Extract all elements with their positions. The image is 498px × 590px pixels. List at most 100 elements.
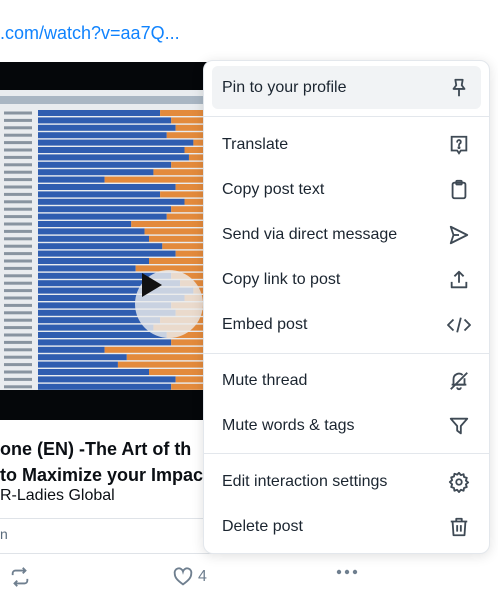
video-row-label xyxy=(4,370,32,374)
video-row-label xyxy=(4,118,32,122)
gear-icon xyxy=(447,470,471,494)
menu-item-label: Mute words & tags xyxy=(222,416,355,434)
like-button[interactable]: 4 xyxy=(172,566,207,588)
video-row-label xyxy=(4,311,32,315)
video-bar-blue xyxy=(38,124,176,131)
video-row-label xyxy=(4,133,32,137)
video-bar-blue xyxy=(38,250,176,257)
menu-item-label: Copy post text xyxy=(222,180,325,198)
video-bar-blue xyxy=(38,132,167,139)
video-bar-blue xyxy=(38,332,167,338)
menu-divider xyxy=(204,116,489,117)
video-bar-blue xyxy=(38,339,172,346)
video-bar-blue xyxy=(38,110,161,116)
video-row-label xyxy=(4,281,32,285)
repost-button[interactable] xyxy=(9,566,31,588)
video-bar-blue xyxy=(38,228,145,235)
video-bar-blue xyxy=(38,243,163,250)
video-row-label xyxy=(4,215,32,219)
video-row-label xyxy=(4,377,32,381)
video-bar-blue xyxy=(38,376,176,383)
menu-item-delete[interactable]: Delete post xyxy=(212,505,481,548)
video-bar-blue xyxy=(38,258,149,264)
more-options-button[interactable] xyxy=(334,560,360,584)
video-bar-blue xyxy=(38,221,132,227)
video-row-label xyxy=(4,222,32,226)
link-card-title[interactable]: one (EN) -The Art of th to Maximize your… xyxy=(0,436,203,488)
menu-item-mute-thread[interactable]: Mute thread xyxy=(212,359,481,402)
menu-item-label: Embed post xyxy=(222,315,308,333)
play-button[interactable] xyxy=(135,270,203,338)
video-row-label xyxy=(4,348,32,352)
video-row-label xyxy=(4,259,32,263)
video-row-label xyxy=(4,244,32,248)
send-icon xyxy=(447,223,471,247)
video-bar-blue xyxy=(38,147,185,153)
ellipsis-icon xyxy=(336,569,358,575)
video-bar-blue xyxy=(38,184,176,190)
video-bar-blue xyxy=(38,169,154,176)
link-card-domain: n xyxy=(0,526,8,542)
menu-item-mute-words[interactable]: Mute words & tags xyxy=(212,404,481,447)
post-link[interactable]: .com/watch?v=aa7Q... xyxy=(0,23,180,44)
video-row-label xyxy=(4,289,32,293)
video-row-label xyxy=(4,229,32,233)
video-row-label xyxy=(4,385,32,389)
video-bar-blue xyxy=(38,191,161,198)
menu-item-copy-link[interactable]: Copy link to post xyxy=(212,258,481,301)
menu-item-label: Delete post xyxy=(222,517,303,535)
menu-item-label: Edit interaction settings xyxy=(222,472,388,490)
repost-icon xyxy=(11,567,29,587)
link-card-title-line1: one (EN) -The Art of th xyxy=(0,439,192,459)
video-row-label xyxy=(4,141,32,145)
share-icon xyxy=(447,268,471,292)
pin-icon xyxy=(447,76,471,100)
translate-icon xyxy=(447,133,471,157)
video-row-label xyxy=(4,303,32,307)
video-row-label xyxy=(4,363,32,367)
post-options-menu: Pin to your profile Translate Copy post … xyxy=(203,60,490,554)
menu-item-label: Pin to your profile xyxy=(222,78,347,96)
video-bar-blue xyxy=(38,235,149,242)
video-bar-blue xyxy=(38,383,172,390)
video-row-label xyxy=(4,185,32,189)
menu-item-translate[interactable]: Translate xyxy=(212,123,481,166)
menu-item-embed[interactable]: Embed post xyxy=(212,303,481,346)
menu-item-label: Translate xyxy=(222,135,289,153)
play-icon xyxy=(142,273,162,297)
video-row-label xyxy=(4,170,32,174)
video-row-label xyxy=(4,155,32,159)
video-row-label xyxy=(4,296,32,300)
video-row-label xyxy=(4,274,32,278)
code-icon xyxy=(447,313,471,337)
menu-divider xyxy=(204,453,489,454)
video-bar-blue xyxy=(38,213,167,220)
menu-item-copy-text[interactable]: Copy post text xyxy=(212,168,481,211)
menu-item-pin[interactable]: Pin to your profile xyxy=(212,66,481,109)
like-count: 4 xyxy=(198,568,207,585)
mute-bell-icon xyxy=(447,369,471,393)
clipboard-icon xyxy=(447,178,471,202)
video-bar-blue xyxy=(38,265,136,272)
video-row-label xyxy=(4,252,32,256)
video-bar-blue xyxy=(38,117,172,124)
menu-item-interaction-settings[interactable]: Edit interaction settings xyxy=(212,460,481,503)
video-bar-blue xyxy=(38,354,127,361)
post-actions: 4 xyxy=(0,566,498,590)
filter-icon xyxy=(447,414,471,438)
video-bar-blue xyxy=(38,139,194,146)
video-bar-blue xyxy=(38,361,118,368)
video-bar-blue xyxy=(38,346,105,353)
link-card-title-line2: to Maximize your Impac xyxy=(0,465,204,485)
video-row-label xyxy=(4,333,32,337)
video-row-label xyxy=(4,163,32,167)
menu-item-label: Mute thread xyxy=(222,371,308,389)
video-row-label xyxy=(4,266,32,270)
video-row-label xyxy=(4,326,32,330)
video-row-label xyxy=(4,237,32,241)
menu-item-label: Send via direct message xyxy=(222,225,398,243)
menu-item-send-dm[interactable]: Send via direct message xyxy=(212,213,481,256)
video-row-label xyxy=(4,126,32,130)
video-row-label xyxy=(4,318,32,322)
video-bar-blue xyxy=(38,324,154,331)
